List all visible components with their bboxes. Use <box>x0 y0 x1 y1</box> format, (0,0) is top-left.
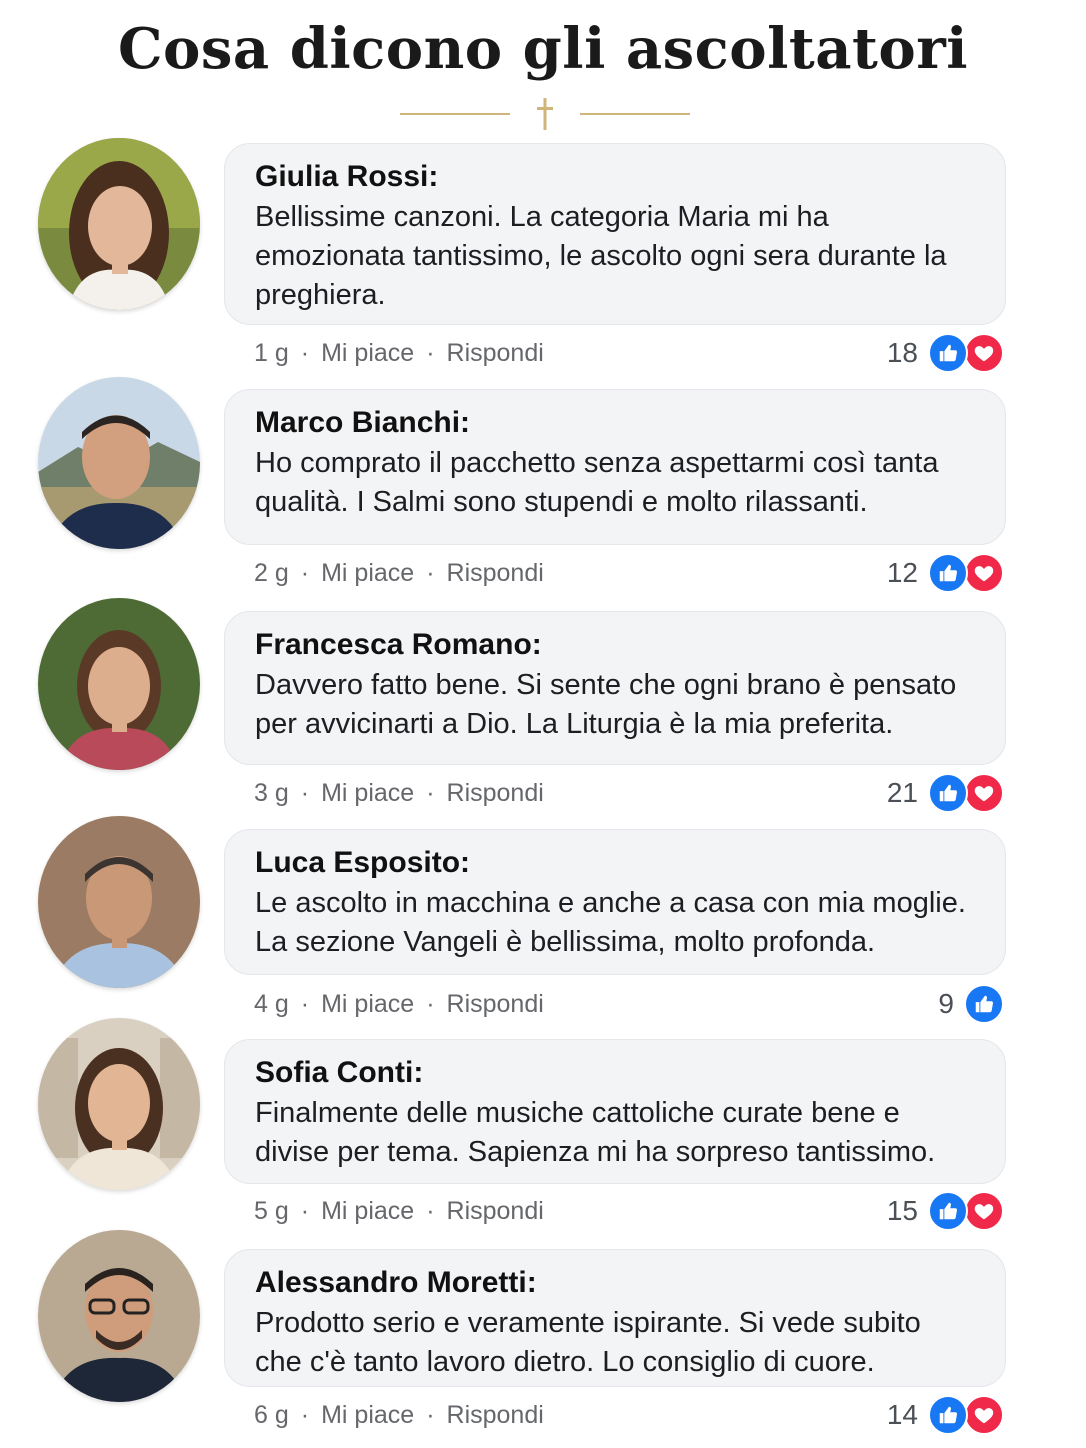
reaction-count: 18 <box>886 337 918 368</box>
comment-meta: 4 g · Mi piace · Rispondi <box>254 984 544 1024</box>
comment-text: Le ascolto in macchina e anche a casa co… <box>255 887 966 958</box>
comment-time[interactable]: 6 g <box>254 1395 289 1435</box>
divider-line-left <box>400 113 510 115</box>
reaction-summary[interactable]: 15 <box>887 1191 1004 1231</box>
comment-bubble: Francesca Romano: Davvero fatto bene. Si… <box>224 611 1006 765</box>
thumbs-up-icon <box>928 553 968 593</box>
page-title: Cosa dicono gli ascoltatori <box>117 16 969 82</box>
comment-meta: 6 g · Mi piace · Rispondi <box>254 1395 544 1435</box>
comment-meta: 5 g · Mi piace · Rispondi <box>254 1191 544 1231</box>
heart-icon <box>964 773 1004 813</box>
avatar[interactable] <box>38 138 200 310</box>
reply-link[interactable]: Rispondi <box>447 984 544 1024</box>
reply-link[interactable]: Rispondi <box>447 1395 544 1435</box>
meta-separator: · <box>300 559 310 587</box>
meta-separator: · <box>300 1401 310 1429</box>
reaction-summary[interactable]: 9 <box>938 984 1004 1024</box>
heart-icon <box>964 553 1004 593</box>
avatar-photo <box>38 1018 200 1190</box>
meta-separator: · <box>300 339 310 367</box>
comment-text: Prodotto serio e veramente ispirante. Si… <box>255 1307 921 1378</box>
avatar-photo <box>38 816 200 988</box>
comment-time[interactable]: 3 g <box>254 773 289 813</box>
comment-time[interactable]: 4 g <box>254 984 289 1024</box>
reaction-summary[interactable]: 12 <box>887 553 1004 593</box>
cross-icon <box>537 98 553 130</box>
reaction-summary[interactable]: 18 <box>887 333 1004 373</box>
comment-author[interactable]: Francesca Romano: <box>255 626 975 664</box>
heart-icon <box>964 1191 1004 1231</box>
comment-text: Finalmente delle musiche cattoliche cura… <box>255 1097 936 1168</box>
meta-separator: · <box>300 1197 310 1225</box>
reply-link[interactable]: Rispondi <box>447 1191 544 1231</box>
thumbs-up-icon <box>928 1191 968 1231</box>
like-link[interactable]: Mi piace <box>321 773 414 813</box>
meta-separator: · <box>426 990 435 1018</box>
comment-meta: 1 g · Mi piace · Rispondi <box>254 333 544 373</box>
meta-separator: · <box>426 779 435 807</box>
like-link[interactable]: Mi piace <box>321 1395 414 1435</box>
reaction-summary[interactable]: 21 <box>887 773 1004 813</box>
comment-author[interactable]: Sofia Conti: <box>255 1054 975 1092</box>
reaction-count: 14 <box>886 1399 918 1430</box>
meta-separator: · <box>426 559 435 587</box>
comment-author[interactable]: Marco Bianchi: <box>255 404 975 442</box>
comment-time[interactable]: 1 g <box>254 333 289 373</box>
meta-separator: · <box>426 1197 435 1225</box>
reply-link[interactable]: Rispondi <box>447 773 544 813</box>
comment-author[interactable]: Luca Esposito: <box>255 844 975 882</box>
thumbs-up-icon <box>964 984 1004 1024</box>
comment-bubble: Marco Bianchi: Ho comprato il pacchetto … <box>224 389 1006 545</box>
comment-time[interactable]: 5 g <box>254 1191 289 1231</box>
like-link[interactable]: Mi piace <box>321 984 414 1024</box>
thumbs-up-icon <box>928 333 968 373</box>
thumbs-up-icon <box>928 1395 968 1435</box>
meta-separator: · <box>426 339 435 367</box>
comment-author[interactable]: Alessandro Moretti: <box>255 1264 975 1302</box>
avatar-photo <box>38 598 200 770</box>
divider-line-right <box>580 113 690 115</box>
avatar-photo <box>38 377 200 549</box>
comment-author[interactable]: Giulia Rossi: <box>255 158 975 196</box>
reaction-count: 21 <box>886 777 918 808</box>
comment-time[interactable]: 2 g <box>254 553 289 593</box>
like-link[interactable]: Mi piace <box>321 333 414 373</box>
meta-separator: · <box>300 990 310 1018</box>
avatar-photo <box>38 138 200 310</box>
comment-text: Bellissime canzoni. La categoria Maria m… <box>255 201 947 311</box>
reply-link[interactable]: Rispondi <box>447 553 544 593</box>
like-link[interactable]: Mi piace <box>321 553 414 593</box>
reply-link[interactable]: Rispondi <box>447 333 544 373</box>
avatar[interactable] <box>38 1230 200 1402</box>
meta-separator: · <box>426 1401 435 1429</box>
comment-bubble: Giulia Rossi: Bellissime canzoni. La cat… <box>224 143 1006 325</box>
reaction-count: 12 <box>886 557 918 588</box>
reaction-summary[interactable]: 14 <box>887 1395 1004 1435</box>
comment-text: Davvero fatto bene. Si sente che ogni br… <box>255 669 957 740</box>
title-divider <box>400 96 690 132</box>
avatar[interactable] <box>38 598 200 770</box>
meta-separator: · <box>300 779 310 807</box>
comment-meta: 3 g · Mi piace · Rispondi <box>254 773 544 813</box>
like-link[interactable]: Mi piace <box>321 1191 414 1231</box>
comment-bubble: Luca Esposito: Le ascolto in macchina e … <box>224 829 1006 975</box>
avatar-photo <box>38 1230 200 1402</box>
avatar[interactable] <box>38 377 200 549</box>
avatar[interactable] <box>38 1018 200 1190</box>
comment-bubble: Sofia Conti: Finalmente delle musiche ca… <box>224 1039 1006 1184</box>
heart-icon <box>964 1395 1004 1435</box>
reaction-count: 15 <box>886 1195 918 1226</box>
avatar[interactable] <box>38 816 200 988</box>
comment-meta: 2 g · Mi piace · Rispondi <box>254 553 544 593</box>
comment-bubble: Alessandro Moretti: Prodotto serio e ver… <box>224 1249 1006 1387</box>
heart-icon <box>964 333 1004 373</box>
reaction-count: 9 <box>938 988 954 1019</box>
comment-text: Ho comprato il pacchetto senza aspettarm… <box>255 447 939 518</box>
thumbs-up-icon <box>928 773 968 813</box>
